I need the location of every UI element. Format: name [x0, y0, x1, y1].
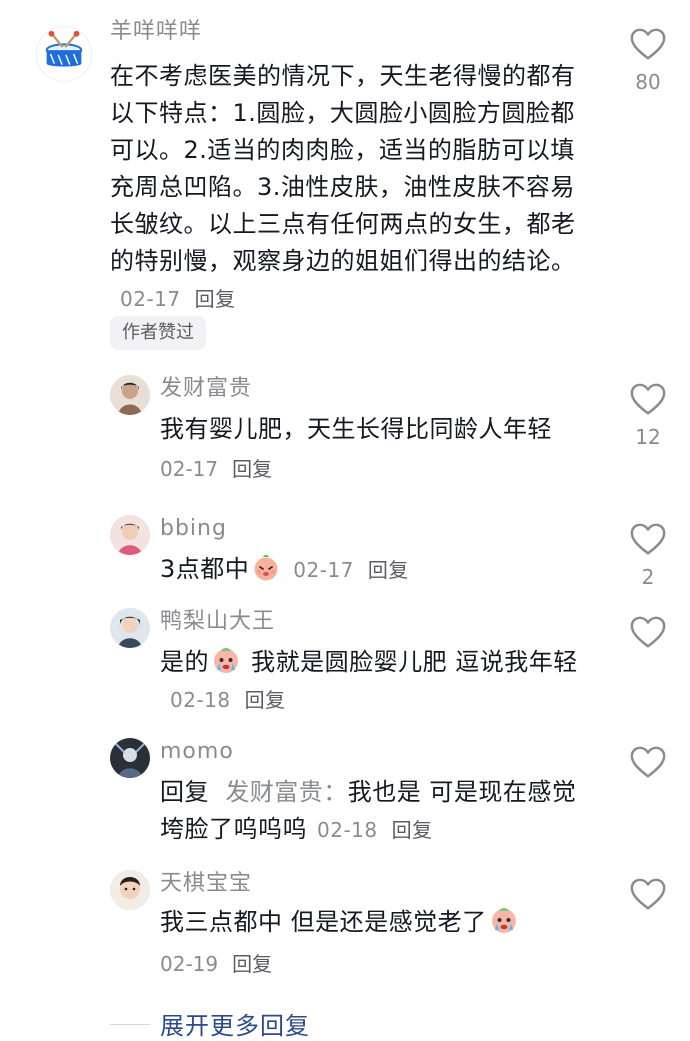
reply-text: 回复 发财富贵：我也是 可是现在感觉垮脸了呜呜呜 02-18 回复	[160, 774, 600, 849]
reply-date: 02-19	[160, 952, 219, 976]
reply-username[interactable]: 发财富贵	[160, 375, 252, 403]
reply-text: 我三点都中 但是还是感觉老了	[160, 904, 620, 941]
reply-target-user[interactable]: 发财富贵：	[225, 778, 348, 806]
heart-icon	[629, 614, 667, 652]
reply-date: 02-18	[317, 818, 378, 842]
reply-button[interactable]: 回复	[368, 558, 409, 582]
like-button[interactable]	[628, 614, 668, 652]
like-count: 12	[635, 425, 661, 449]
reply-button[interactable]: 回复	[232, 457, 272, 481]
reply-text: 我有婴儿肥，天生长得比同龄人年轻	[160, 415, 552, 443]
comment-date: 02-17	[120, 287, 181, 311]
like-button[interactable]	[628, 744, 668, 782]
comment-body: 在不考虑医美的情况下，天生老得慢的都有以下特点：1.圆脸，大圆脸小圆脸方圆脸都可…	[110, 62, 576, 275]
avatar[interactable]	[110, 870, 150, 910]
reply-username[interactable]: momo	[160, 738, 234, 766]
like-button[interactable]: 2	[628, 521, 668, 589]
peach-emoji-icon	[251, 552, 281, 582]
avatar[interactable]	[36, 26, 92, 82]
reply-text: 3点都中 02-17 回复	[160, 551, 620, 589]
author-liked-badge: 作者赞过	[110, 316, 206, 350]
avatar[interactable]	[110, 608, 150, 648]
reply-username[interactable]: bbing	[160, 515, 227, 543]
reply-date: 02-18	[170, 688, 231, 712]
reply-button[interactable]: 回复	[195, 287, 236, 311]
reply-item: bbing 3点都中 02-17 回复 2	[0, 505, 690, 595]
like-button[interactable]	[628, 876, 668, 914]
expand-more-replies[interactable]: 展开更多回复	[0, 1002, 690, 1041]
expand-more-label[interactable]: 展开更多回复	[160, 1006, 310, 1041]
avatar[interactable]	[110, 515, 150, 555]
avatar[interactable]	[110, 738, 150, 778]
reply-button[interactable]: 回复	[232, 952, 272, 976]
comment-text: 在不考虑医美的情况下，天生老得慢的都有以下特点：1.圆脸，大圆脸小圆脸方圆脸都可…	[110, 58, 594, 318]
drum-icon	[45, 30, 83, 67]
reply-meta: 02-19 回复	[160, 950, 272, 978]
heart-icon	[629, 521, 667, 559]
like-button[interactable]: 12	[628, 381, 668, 449]
like-count: 2	[641, 565, 655, 589]
reply-body: 3点都中	[160, 555, 250, 583]
reply-prefix: 回复	[160, 778, 209, 806]
reply-date: 02-17	[160, 457, 219, 481]
heart-icon	[629, 876, 667, 914]
divider	[110, 1024, 150, 1025]
main-comment: 羊咩咩咩 在不考虑医美的情况下，天生老得慢的都有以下特点：1.圆脸，大圆脸小圆脸…	[0, 0, 690, 360]
crying-emoji-icon	[489, 905, 519, 935]
reply-username[interactable]: 天棋宝宝	[160, 870, 252, 898]
reply-date: 02-17	[293, 558, 354, 582]
reply-button[interactable]: 回复	[245, 688, 286, 712]
reply-item: 发财富贵 我有婴儿肥，天生长得比同龄人年轻 02-17 回复 12	[0, 365, 690, 495]
heart-icon	[629, 744, 667, 782]
like-button[interactable]: 80	[628, 26, 668, 94]
reply-item: 鸭梨山大王 是的 我就是圆脸婴儿肥 逗说我年轻 02-18 回复	[0, 598, 690, 728]
reply-item: 天棋宝宝 我三点都中 但是还是感觉老了 02-19 回复	[0, 860, 690, 990]
heart-icon	[629, 381, 667, 419]
reply-body-after: 我就是圆脸婴儿肥 逗说我年轻	[243, 648, 578, 676]
reply-username[interactable]: 鸭梨山大王	[160, 608, 275, 636]
reply-body-before: 是的	[160, 648, 209, 676]
reply-meta: 02-17 回复	[160, 455, 272, 483]
comment-username[interactable]: 羊咩咩咩	[110, 18, 202, 46]
avatar[interactable]	[110, 375, 150, 415]
reply-button[interactable]: 回复	[392, 818, 433, 842]
reply-text: 是的 我就是圆脸婴儿肥 逗说我年轻 02-18 回复	[160, 644, 600, 719]
crying-emoji-icon	[211, 645, 241, 675]
heart-icon	[629, 26, 667, 64]
like-count: 80	[635, 70, 661, 94]
reply-item: momo 回复 发财富贵：我也是 可是现在感觉垮脸了呜呜呜 02-18 回复	[0, 728, 690, 858]
reply-body: 我三点都中 但是还是感觉老了	[160, 908, 487, 936]
